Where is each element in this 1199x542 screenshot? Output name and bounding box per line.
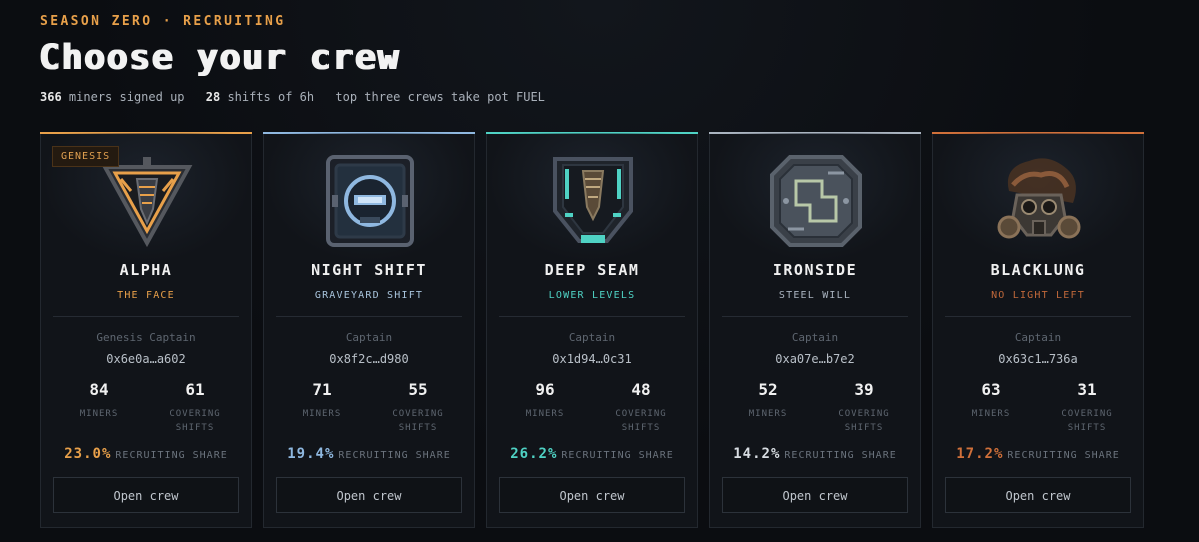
covering-shifts-value: 61 bbox=[185, 380, 205, 399]
recruiting-share: 23.0% RECRUITING SHARE bbox=[41, 446, 251, 462]
covering-shifts-value: 31 bbox=[1077, 380, 1097, 399]
open-crew-button[interactable]: Open crew bbox=[722, 477, 908, 513]
crew-name: BLACKLUNG bbox=[990, 261, 1086, 279]
share-percent: 26.2% bbox=[510, 446, 558, 462]
open-crew-button[interactable]: Open crew bbox=[499, 477, 685, 513]
recruiting-share: 26.2% RECRUITING SHARE bbox=[487, 446, 697, 462]
share-label: RECRUITING SHARE bbox=[784, 450, 897, 461]
card-divider bbox=[722, 316, 908, 317]
crew-tagline: NO LIGHT LEFT bbox=[991, 290, 1085, 301]
crew-tagline: STEEL WILL bbox=[778, 290, 852, 301]
captain-address: 0x1d94…0c31 bbox=[552, 352, 632, 366]
covering-shifts-label: COVERING SHIFTS bbox=[378, 407, 458, 435]
shifts-text: shifts of 6h bbox=[227, 90, 315, 104]
miners-text: miners signed up bbox=[68, 90, 185, 104]
miners-count: 366 bbox=[40, 90, 62, 104]
shifts-text: SHIFTS bbox=[1067, 423, 1107, 433]
covering-shifts-value: 55 bbox=[408, 380, 428, 399]
miners-label: MINERS bbox=[302, 409, 342, 419]
miners-label: MINERS bbox=[525, 409, 565, 419]
drill-shield-icon bbox=[553, 157, 633, 243]
card-divider bbox=[53, 316, 239, 317]
share-label: RECRUITING SHARE bbox=[1007, 450, 1120, 461]
recruiting-share: 19.4% RECRUITING SHARE bbox=[264, 446, 474, 462]
crew-card-blacklung: BLACKLUNG NO LIGHT LEFT Captain 0x63c1…7… bbox=[932, 132, 1144, 528]
crew-card-deep-seam: DEEP SEAM LOWER LEVELS Captain 0x1d94…0c… bbox=[486, 132, 698, 528]
share-label: RECRUITING SHARE bbox=[115, 450, 228, 461]
covering-text: COVERING bbox=[615, 409, 667, 419]
open-crew-button[interactable]: Open crew bbox=[53, 477, 239, 513]
miners-value: 96 bbox=[535, 380, 555, 399]
open-crew-button[interactable]: Open crew bbox=[276, 477, 462, 513]
season-stats: 366 miners signed up 28 shifts of 6h top… bbox=[40, 90, 545, 104]
miners-label: MINERS bbox=[748, 409, 788, 419]
covering-shifts-label: COVERING SHIFTS bbox=[155, 407, 235, 435]
captain-label: Captain bbox=[1014, 331, 1062, 344]
crew-tagline: GRAVEYARD SHIFT bbox=[314, 290, 424, 301]
steel-plate-icon bbox=[770, 155, 862, 247]
captain-label: Captain bbox=[568, 331, 616, 344]
shifts-count: 28 bbox=[205, 90, 221, 104]
season-eyebrow: SEASON ZERO · RECRUITING bbox=[40, 14, 286, 29]
helmet-box-icon bbox=[326, 155, 414, 247]
captain-label: Captain bbox=[345, 331, 393, 344]
crew-tagline: THE FACE bbox=[117, 290, 175, 301]
miners-label: MINERS bbox=[971, 409, 1011, 419]
pot-text: top three crews take pot FUEL bbox=[335, 90, 545, 104]
open-crew-button[interactable]: Open crew bbox=[945, 477, 1131, 513]
covering-shifts-label: COVERING SHIFTS bbox=[1047, 407, 1127, 435]
share-percent: 17.2% bbox=[956, 446, 1004, 462]
covering-shifts-label: COVERING SHIFTS bbox=[824, 407, 904, 435]
miners-value: 71 bbox=[312, 380, 332, 399]
captain-address: 0x63c1…736a bbox=[998, 352, 1078, 366]
recruiting-share: 14.2% RECRUITING SHARE bbox=[710, 446, 920, 462]
crew-card-ironside: IRONSIDE STEEL WILL Captain 0xa07e…b7e2 … bbox=[709, 132, 921, 528]
covering-text: COVERING bbox=[838, 409, 890, 419]
genesis-badge: GENESIS bbox=[52, 146, 120, 167]
crew-tagline: LOWER LEVELS bbox=[548, 290, 636, 301]
crew-name: IRONSIDE bbox=[772, 261, 858, 279]
miners-value: 84 bbox=[89, 380, 109, 399]
share-label: RECRUITING SHARE bbox=[561, 450, 674, 461]
card-divider bbox=[276, 316, 462, 317]
covering-shifts-value: 48 bbox=[631, 380, 651, 399]
shifts-text: SHIFTS bbox=[844, 423, 884, 433]
miners-value: 63 bbox=[981, 380, 1001, 399]
crew-name: DEEP SEAM bbox=[544, 261, 640, 279]
share-percent: 23.0% bbox=[64, 446, 112, 462]
share-percent: 14.2% bbox=[733, 446, 781, 462]
captain-address: 0x8f2c…d980 bbox=[329, 352, 409, 366]
page-title: Choose your crew bbox=[38, 38, 400, 78]
gas-mask-icon bbox=[997, 158, 1081, 239]
card-divider bbox=[945, 316, 1131, 317]
covering-text: COVERING bbox=[1061, 409, 1113, 419]
shifts-text: SHIFTS bbox=[621, 423, 661, 433]
crew-name: NIGHT SHIFT bbox=[311, 261, 427, 279]
covering-shifts-label: COVERING SHIFTS bbox=[601, 407, 681, 435]
covering-shifts-value: 39 bbox=[854, 380, 874, 399]
miners-label: MINERS bbox=[79, 409, 119, 419]
captain-address: 0xa07e…b7e2 bbox=[775, 352, 855, 366]
recruiting-share: 17.2% RECRUITING SHARE bbox=[933, 446, 1143, 462]
share-percent: 19.4% bbox=[287, 446, 335, 462]
captain-label: Genesis Captain bbox=[96, 331, 196, 344]
crew-card-night-shift: NIGHT SHIFT GRAVEYARD SHIFT Captain 0x8f… bbox=[263, 132, 475, 528]
captain-address: 0x6e0a…a602 bbox=[106, 352, 186, 366]
crew-name: ALPHA bbox=[119, 261, 173, 279]
covering-text: COVERING bbox=[392, 409, 444, 419]
crew-card-alpha: GENESIS ALPHA THE FACE Genesis Captain 0… bbox=[40, 132, 252, 528]
covering-text: COVERING bbox=[169, 409, 221, 419]
shifts-text: SHIFTS bbox=[175, 423, 215, 433]
share-label: RECRUITING SHARE bbox=[338, 450, 451, 461]
card-divider bbox=[499, 316, 685, 317]
miners-value: 52 bbox=[758, 380, 778, 399]
shifts-text: SHIFTS bbox=[398, 423, 438, 433]
captain-label: Captain bbox=[791, 331, 839, 344]
